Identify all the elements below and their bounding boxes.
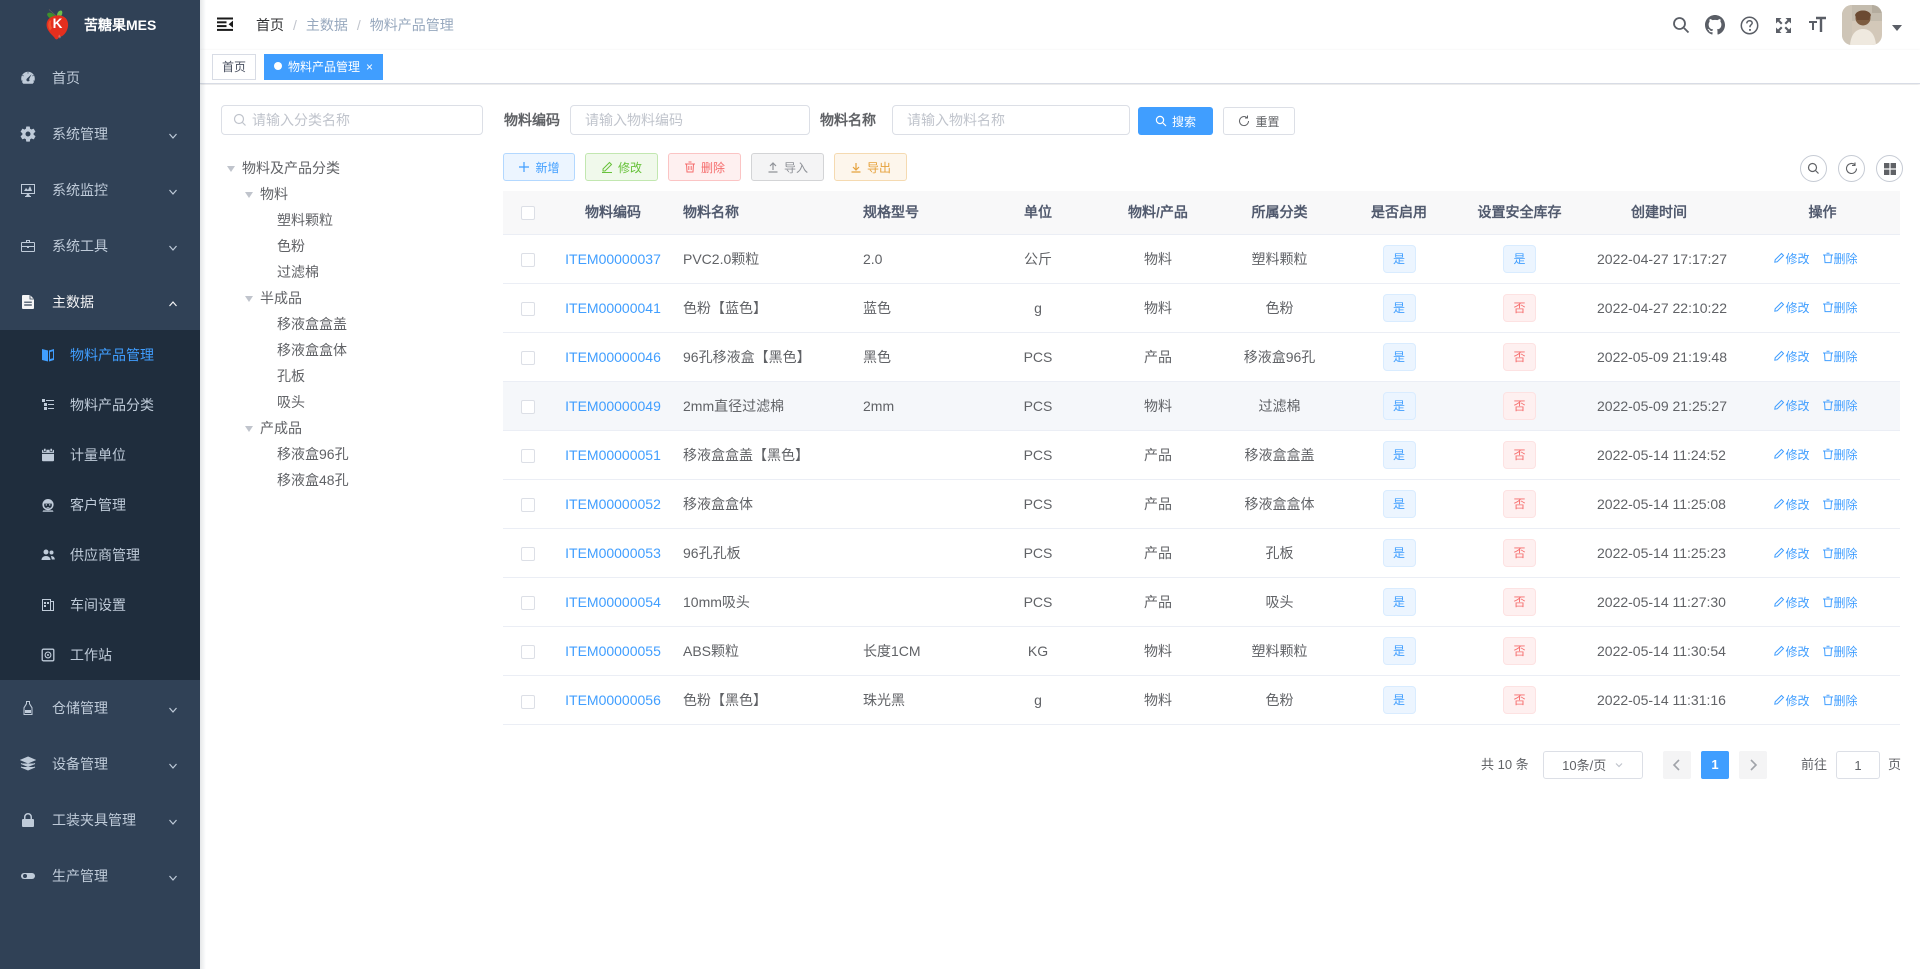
svg-text:K: K (53, 16, 63, 31)
